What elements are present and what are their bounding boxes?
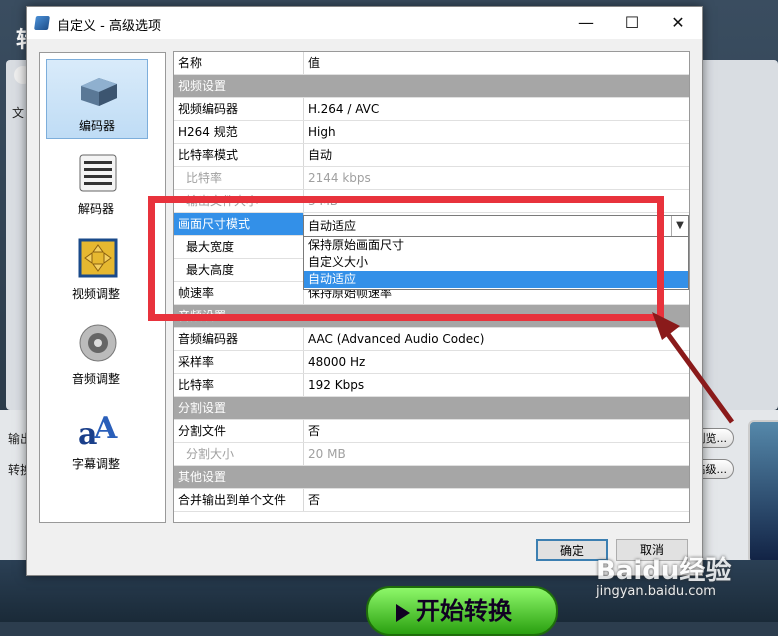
decoder-icon xyxy=(79,154,117,192)
audio-adjust-icon xyxy=(79,324,117,362)
property-name: 视频设置 xyxy=(178,79,227,93)
annotation-arrow-icon xyxy=(652,312,735,424)
property-row[interactable]: 分割大小 20 MB xyxy=(174,443,689,466)
dialog-titlebar: 自定义 - 高级选项 — ☐ ✕ xyxy=(27,7,702,39)
property-value: 2144 kbps xyxy=(308,171,371,185)
property-value[interactable]: High xyxy=(304,121,689,143)
nav-label-decoder: 解码器 xyxy=(77,202,114,216)
nav-label-video-adjust: 视频调整 xyxy=(71,287,120,301)
property-value[interactable]: H.264 / AVC xyxy=(304,98,689,120)
play-icon xyxy=(396,604,410,622)
maximize-button[interactable]: ☐ xyxy=(609,9,655,37)
property-name: 分割大小 xyxy=(174,443,304,465)
property-value[interactable]: 否 xyxy=(304,489,689,511)
property-value[interactable]: 自动 xyxy=(304,144,689,166)
category-nav: 编码器 解码器 视频调整 音频调整 a A 字幕调整 xyxy=(39,52,166,523)
nav-item-subtitle-adjust[interactable]: a A 字幕调整 xyxy=(46,398,146,476)
property-name: 分割文件 xyxy=(174,420,304,442)
start-convert-label: 开始转换 xyxy=(416,597,512,625)
video-adjust-icon xyxy=(78,238,118,278)
property-row[interactable]: 音频编码器 AAC (Advanced Audio Codec) xyxy=(174,328,689,351)
property-row[interactable]: 视频编码器 H.264 / AVC xyxy=(174,98,689,121)
encoder-icon xyxy=(81,78,117,106)
nav-label-encoder: 编码器 xyxy=(78,119,115,133)
chevron-down-icon[interactable]: ▼ xyxy=(671,216,688,236)
property-name: 其他设置 xyxy=(178,470,227,484)
property-name: 视频编码器 xyxy=(174,98,304,120)
header-value: 值 xyxy=(308,56,321,70)
property-name: 采样率 xyxy=(174,351,304,373)
property-value[interactable]: AAC (Advanced Audio Codec) xyxy=(304,328,689,350)
property-value[interactable]: 192 Kbps xyxy=(304,374,689,396)
nav-item-video-adjust[interactable]: 视频调整 xyxy=(46,228,146,306)
annotation-highlight-box xyxy=(148,196,664,321)
property-name: 合并输出到单个文件 xyxy=(174,489,304,511)
property-value[interactable]: 48000 Hz xyxy=(304,351,689,373)
property-row[interactable]: 比特率 2144 kbps xyxy=(174,167,689,190)
minimize-button[interactable]: — xyxy=(563,9,609,37)
section-header: 视频设置 xyxy=(174,75,689,98)
header-name: 名称 xyxy=(174,52,304,74)
close-button[interactable]: ✕ xyxy=(655,9,701,37)
property-row[interactable]: 比特率 192 Kbps xyxy=(174,374,689,397)
property-row[interactable]: 合并输出到单个文件否 xyxy=(174,489,689,512)
start-convert-button[interactable]: 开始转换 xyxy=(366,586,558,636)
baidu-watermark: Baidu经验 xyxy=(596,556,732,586)
nav-label-subtitle-adjust: 字幕调整 xyxy=(71,457,120,471)
property-row[interactable]: 采样率 48000 Hz xyxy=(174,351,689,374)
baidu-watermark-url: jingyan.baidu.com xyxy=(596,584,716,599)
property-name: H264 规范 xyxy=(174,121,304,143)
property-value[interactable]: 否 xyxy=(304,420,689,442)
grid-header: 名称 值 xyxy=(174,52,689,75)
nav-item-encoder[interactable]: 编码器 xyxy=(46,59,148,139)
section-header: 其他设置 xyxy=(174,466,689,489)
dialog-title: 自定义 - 高级选项 xyxy=(57,19,161,34)
nav-label-audio-adjust: 音频调整 xyxy=(71,372,120,386)
property-row[interactable]: H264 规范 High xyxy=(174,121,689,144)
svg-text:A: A xyxy=(93,411,118,446)
nav-item-decoder[interactable]: 解码器 xyxy=(46,143,146,221)
property-row[interactable]: 比特率模式 自动 xyxy=(174,144,689,167)
section-header: 分割设置 xyxy=(174,397,689,420)
property-name: 音频编码器 xyxy=(174,328,304,350)
subtitle-adjust-icon: a A xyxy=(78,411,118,450)
property-name: 比特率 xyxy=(174,374,304,396)
property-name: 比特率模式 xyxy=(174,144,304,166)
property-name: 分割设置 xyxy=(178,401,227,415)
property-row[interactable]: 分割文件否 xyxy=(174,420,689,443)
nav-item-audio-adjust[interactable]: 音频调整 xyxy=(46,313,146,391)
preview-thumbnail xyxy=(748,420,778,564)
background-file-label: 文 xyxy=(12,106,25,120)
property-name: 比特率 xyxy=(174,167,304,189)
app-logo-icon xyxy=(34,16,50,30)
property-value: 20 MB xyxy=(308,447,346,461)
